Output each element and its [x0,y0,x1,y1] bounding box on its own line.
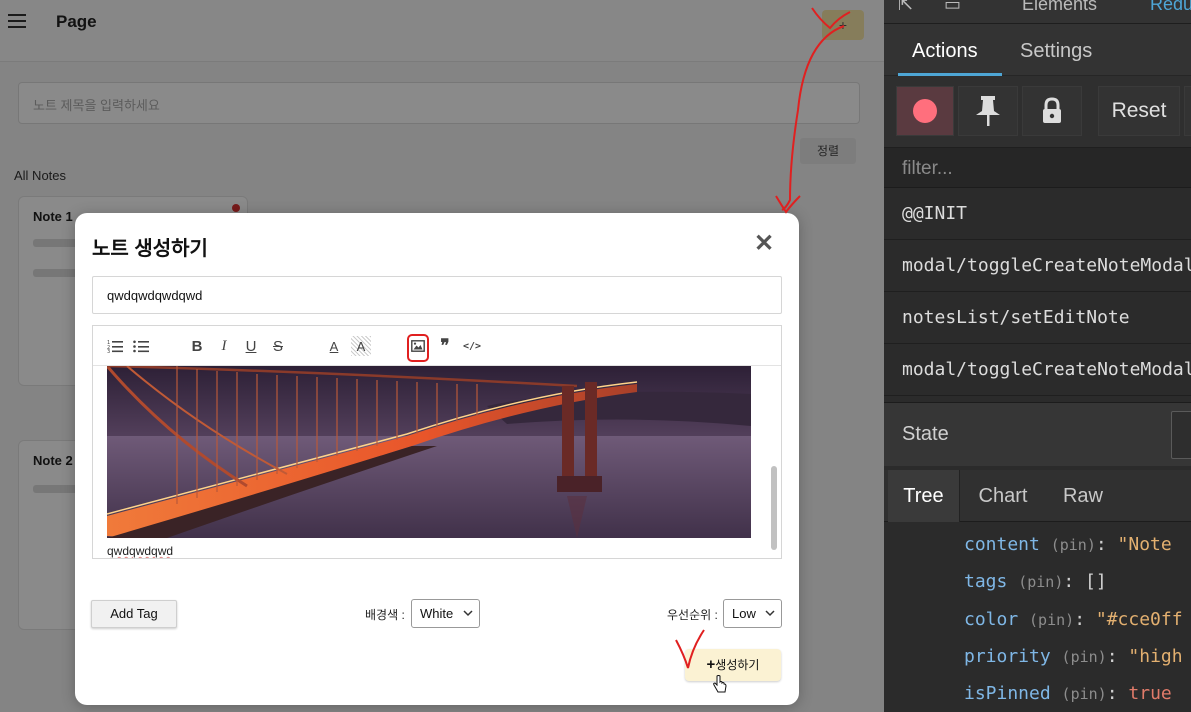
editor-text: qwdqwdqwd [107,544,174,558]
italic-icon[interactable]: I [214,336,234,356]
tree-value: true [1128,683,1172,704]
svg-text:3: 3 [107,349,110,353]
bullet-list-icon[interactable] [131,336,151,356]
ordered-list-icon[interactable]: 123 [105,336,125,356]
redux-tabs: Actions Settings [884,24,1191,76]
tree-key: content [964,534,1040,555]
priority-label: 우선순위 : [667,608,718,622]
tab-chart[interactable]: Chart [968,470,1038,522]
create-note-button[interactable]: +생성하기 [685,649,781,681]
chevron-down-icon [765,610,775,617]
inspect-icon[interactable]: ⇱ [898,0,913,15]
tree-key: color [964,609,1019,630]
tree-row[interactable]: tags (pin): [] [964,571,1107,592]
priority-select[interactable]: Low [723,599,782,628]
pin-label[interactable]: (pin) [1018,573,1063,591]
devtools-controls: Reset [884,76,1191,148]
plus-icon: + [706,656,716,673]
state-header: State [884,402,1191,466]
close-icon[interactable]: ✕ [751,231,777,257]
pin-label[interactable]: (pin) [1062,685,1107,703]
tree-value: [] [1085,571,1107,592]
action-item[interactable]: modal/toggleCreateNoteModal [884,240,1191,292]
editor-toolbar: 123 B I U S A A ❞ </> [93,326,781,366]
device-icon[interactable]: ▭ [944,0,961,15]
tab-elements[interactable]: Elements [1022,0,1097,15]
create-note-modal: 노트 생성하기 ✕ 123 B I U S A A ❞ </> [75,213,799,705]
note-title-input[interactable] [92,276,782,314]
pin-button[interactable] [958,86,1018,136]
tree-key: isPinned [964,683,1051,704]
add-tag-button[interactable]: Add Tag [91,600,177,628]
record-button[interactable] [896,86,954,136]
reset-label: Reset [1111,99,1167,122]
editor-content[interactable]: qwdqwdqwd [93,366,781,558]
bg-color-value: White [420,606,454,621]
state-view-tabs: Tree Chart Raw [884,470,1191,522]
state-tree: content (pin): "Note tags (pin): [] colo… [884,522,1191,712]
tab-actions[interactable]: Actions [912,40,978,63]
devtools-panel: ⇱ ▭ Elements Redu Actions Settings Reset… [884,0,1191,712]
scrollbar-thumb[interactable] [771,466,777,550]
pin-icon [976,96,1000,126]
tree-value: "Note [1117,534,1172,555]
code-block-icon[interactable]: </> [462,336,482,356]
background-color-icon[interactable]: A [351,336,371,356]
tab-raw[interactable]: Raw [1048,470,1118,522]
tree-row[interactable]: priority (pin): "high [964,646,1183,667]
pin-label[interactable]: (pin) [1062,648,1107,666]
bold-icon[interactable]: B [187,336,207,356]
pin-label[interactable]: (pin) [1029,611,1074,629]
create-label: 생성하기 [715,658,760,672]
tree-row[interactable]: content (pin): "Note [964,534,1172,555]
reset-button[interactable]: Reset [1098,86,1180,136]
tab-settings[interactable]: Settings [1020,40,1092,63]
filter-input[interactable]: filter... [884,148,1191,188]
action-item[interactable]: modal/toggleCreateNoteModal [884,344,1191,396]
bg-color-label: 배경색 : [365,608,405,622]
tree-value: "#cce0ff [1095,609,1183,630]
tree-key: priority [964,646,1051,667]
annotation-highlight [407,334,429,362]
rich-text-editor[interactable]: 123 B I U S A A ❞ </> qwdqwdqwd [92,325,782,559]
hand-cursor-icon [713,675,727,693]
lock-button[interactable] [1022,86,1082,136]
action-item[interactable]: notesList/setEditNote [884,292,1191,344]
action-item[interactable]: @@INIT [884,188,1191,240]
font-color-icon[interactable]: A [324,336,344,356]
pin-label[interactable]: (pin) [1051,536,1096,554]
tree-row[interactable]: isPinned (pin): true [964,683,1172,704]
underline-icon[interactable]: U [241,336,261,356]
devtools-top-tabs: ⇱ ▭ Elements Redu [884,0,1191,24]
more-button[interactable] [1184,86,1191,136]
bg-color-select[interactable]: White [411,599,480,628]
priority-value: Low [732,606,756,621]
lock-icon [1043,97,1061,123]
tab-tree[interactable]: Tree [888,470,960,522]
state-options-button[interactable] [1171,411,1191,459]
state-label: State [902,423,949,445]
tree-row[interactable]: color (pin): "#cce0ff [964,609,1183,630]
record-icon [913,99,937,123]
tree-key: tags [964,571,1008,592]
chevron-down-icon [463,610,473,617]
blockquote-icon[interactable]: ❞ [435,336,455,356]
bridge-image [107,366,751,538]
modal-title: 노트 생성하기 [92,238,208,260]
strike-icon[interactable]: S [268,336,288,356]
tab-redux[interactable]: Redu [1150,0,1191,15]
tree-value: "high [1128,646,1183,667]
